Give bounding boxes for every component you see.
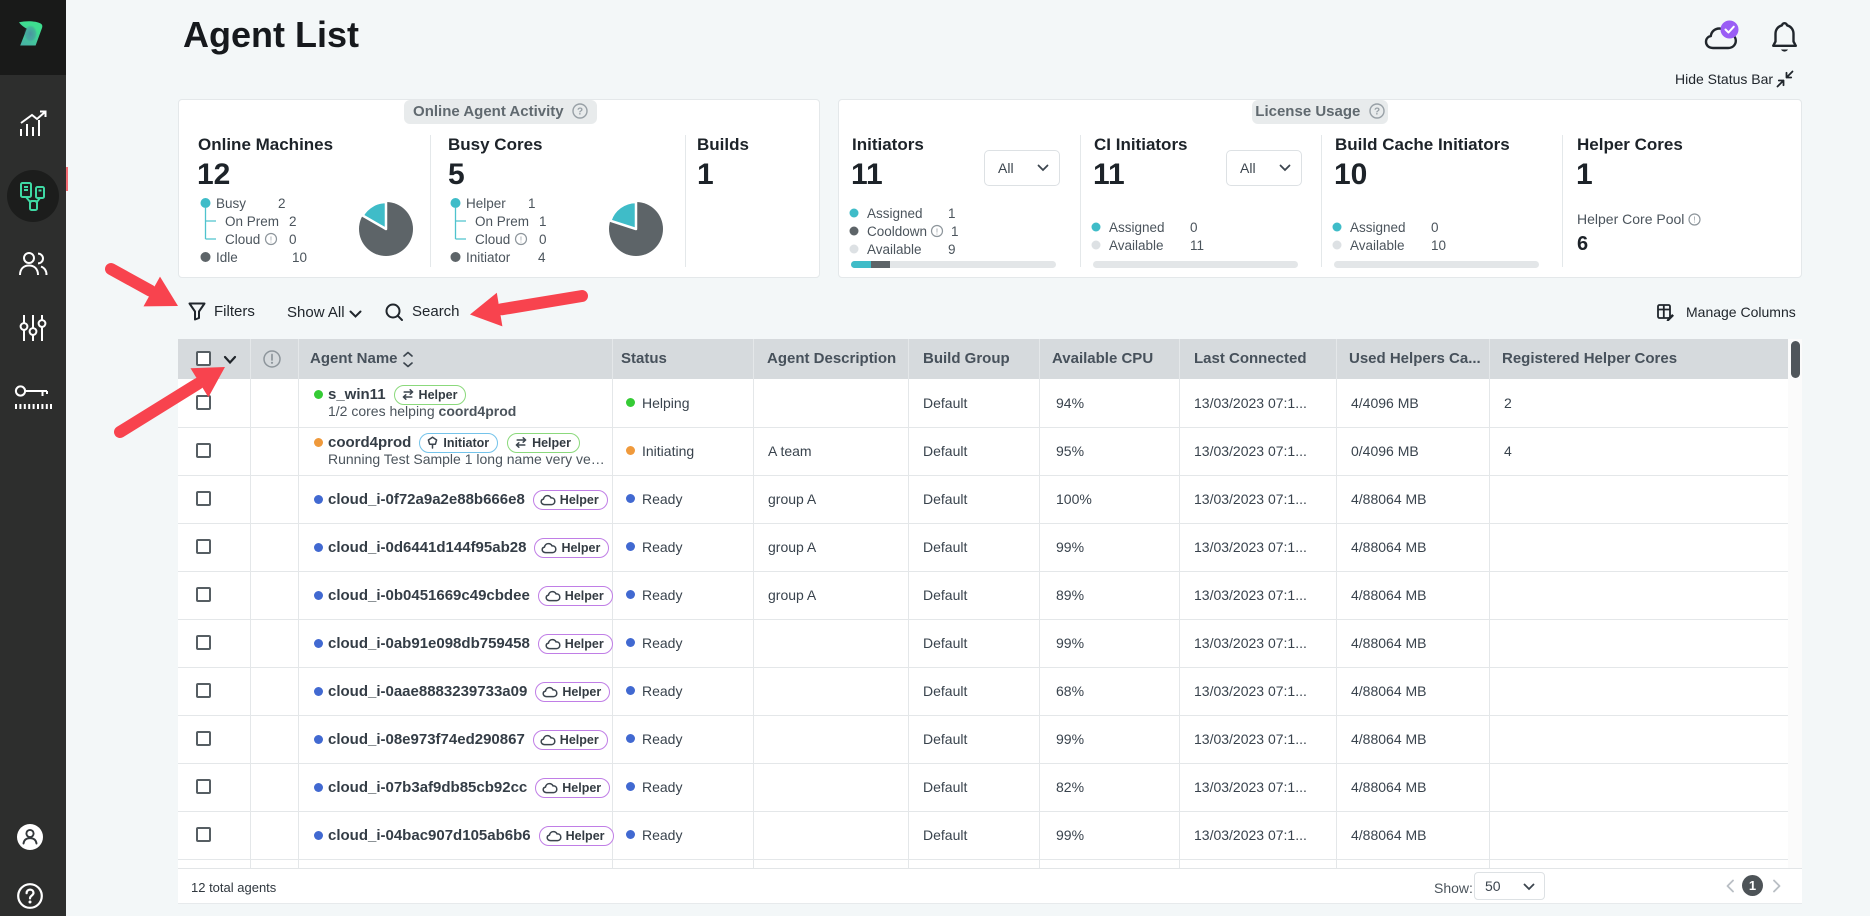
svg-text:Helper: Helper [466,196,506,211]
svg-text:?: ? [1374,106,1380,117]
svg-text:On Prem: On Prem [225,214,279,229]
svg-text:?: ? [577,106,583,117]
svg-text:10: 10 [292,250,307,265]
svg-text:11: 11 [1190,238,1204,253]
svg-text:Busy: Busy [216,196,246,211]
svg-text:0: 0 [1190,220,1198,235]
svg-text:0: 0 [289,232,297,247]
svg-text:1: 1 [951,224,959,239]
svg-text:Cooldown: Cooldown [867,224,927,239]
svg-text:!: ! [936,227,938,236]
svg-text:1: 1 [528,196,536,211]
svg-text:10: 10 [1431,238,1446,253]
svg-text:1: 1 [948,206,956,221]
svg-text:Idle: Idle [216,250,238,265]
svg-text:2: 2 [278,196,286,211]
svg-text:Initiator: Initiator [466,250,511,265]
svg-text:!: ! [1694,216,1696,225]
svg-text:Available: Available [867,242,922,257]
svg-text:2: 2 [289,214,297,229]
svg-text:!: ! [520,235,522,244]
svg-text:Cloud: Cloud [225,232,260,247]
svg-text:Assigned: Assigned [1350,220,1406,235]
svg-text:1: 1 [539,214,547,229]
svg-text:Available: Available [1350,238,1405,253]
svg-text:9: 9 [948,242,956,257]
svg-text:Available: Available [1109,238,1164,253]
svg-text:Assigned: Assigned [867,206,923,221]
svg-text:0: 0 [1431,220,1439,235]
svg-text:!: ! [270,235,272,244]
svg-text:On Prem: On Prem [475,214,529,229]
svg-text:Assigned: Assigned [1109,220,1165,235]
svg-text:4: 4 [538,250,546,265]
svg-text:Cloud: Cloud [475,232,510,247]
svg-text:0: 0 [539,232,547,247]
